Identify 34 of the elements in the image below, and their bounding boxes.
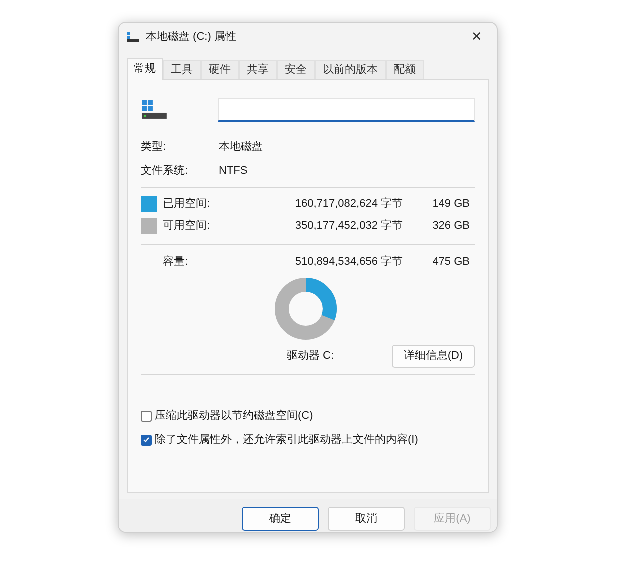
checkbox[interactable] (141, 434, 152, 446)
tab[interactable]: 共享 (239, 60, 277, 79)
space-size: 149 GB (432, 196, 470, 212)
tab[interactable]: 以前的版本 (315, 60, 386, 79)
space-bytes: 160,717,082,624 字节 (294, 196, 403, 212)
capacity-size: 475 GB (432, 254, 470, 270)
capacity-bytes: 510,894,534,656 字节 (294, 254, 403, 270)
space-bytes: 350,177,452,032 字节 (294, 218, 403, 234)
capacity-label: 容量: (162, 254, 190, 270)
tab[interactable]: 配额 (386, 60, 424, 79)
details-button[interactable]: 详细信息(D) (392, 344, 475, 368)
info-value: 本地磁盘 (219, 140, 263, 155)
option-label: 压缩此驱动器以节约磁盘空间(C) (155, 408, 314, 424)
tab[interactable]: 硬件 (201, 60, 239, 79)
info-label: 类型: (141, 140, 168, 155)
drive-icon (127, 32, 139, 42)
drive-label: 驱动器 C: (287, 348, 334, 364)
window-title: 本地磁盘 (C:) 属性 (146, 30, 236, 45)
tab[interactable]: 工具 (163, 60, 201, 79)
option-label: 除了文件属性外，还允许索引此驱动器上文件的内容(I) (155, 432, 418, 448)
space-size: 326 GB (432, 218, 470, 234)
drive-icon (141, 100, 167, 120)
checkbox[interactable] (141, 410, 152, 422)
info-value: NTFS (219, 164, 248, 179)
dialog-button[interactable]: 取消 (328, 507, 405, 531)
tab[interactable]: 常规 (127, 58, 163, 80)
close-button[interactable]: ✕ (459, 24, 495, 50)
disk-usage-donut (274, 277, 338, 341)
info-label: 文件系统: (141, 164, 190, 179)
space-label: 已用空间: (163, 196, 212, 212)
dialog-button[interactable]: 确定 (242, 507, 319, 531)
drive-name-field[interactable] (218, 98, 475, 122)
space-label: 可用空间: (163, 218, 212, 234)
tab[interactable]: 安全 (277, 60, 315, 79)
